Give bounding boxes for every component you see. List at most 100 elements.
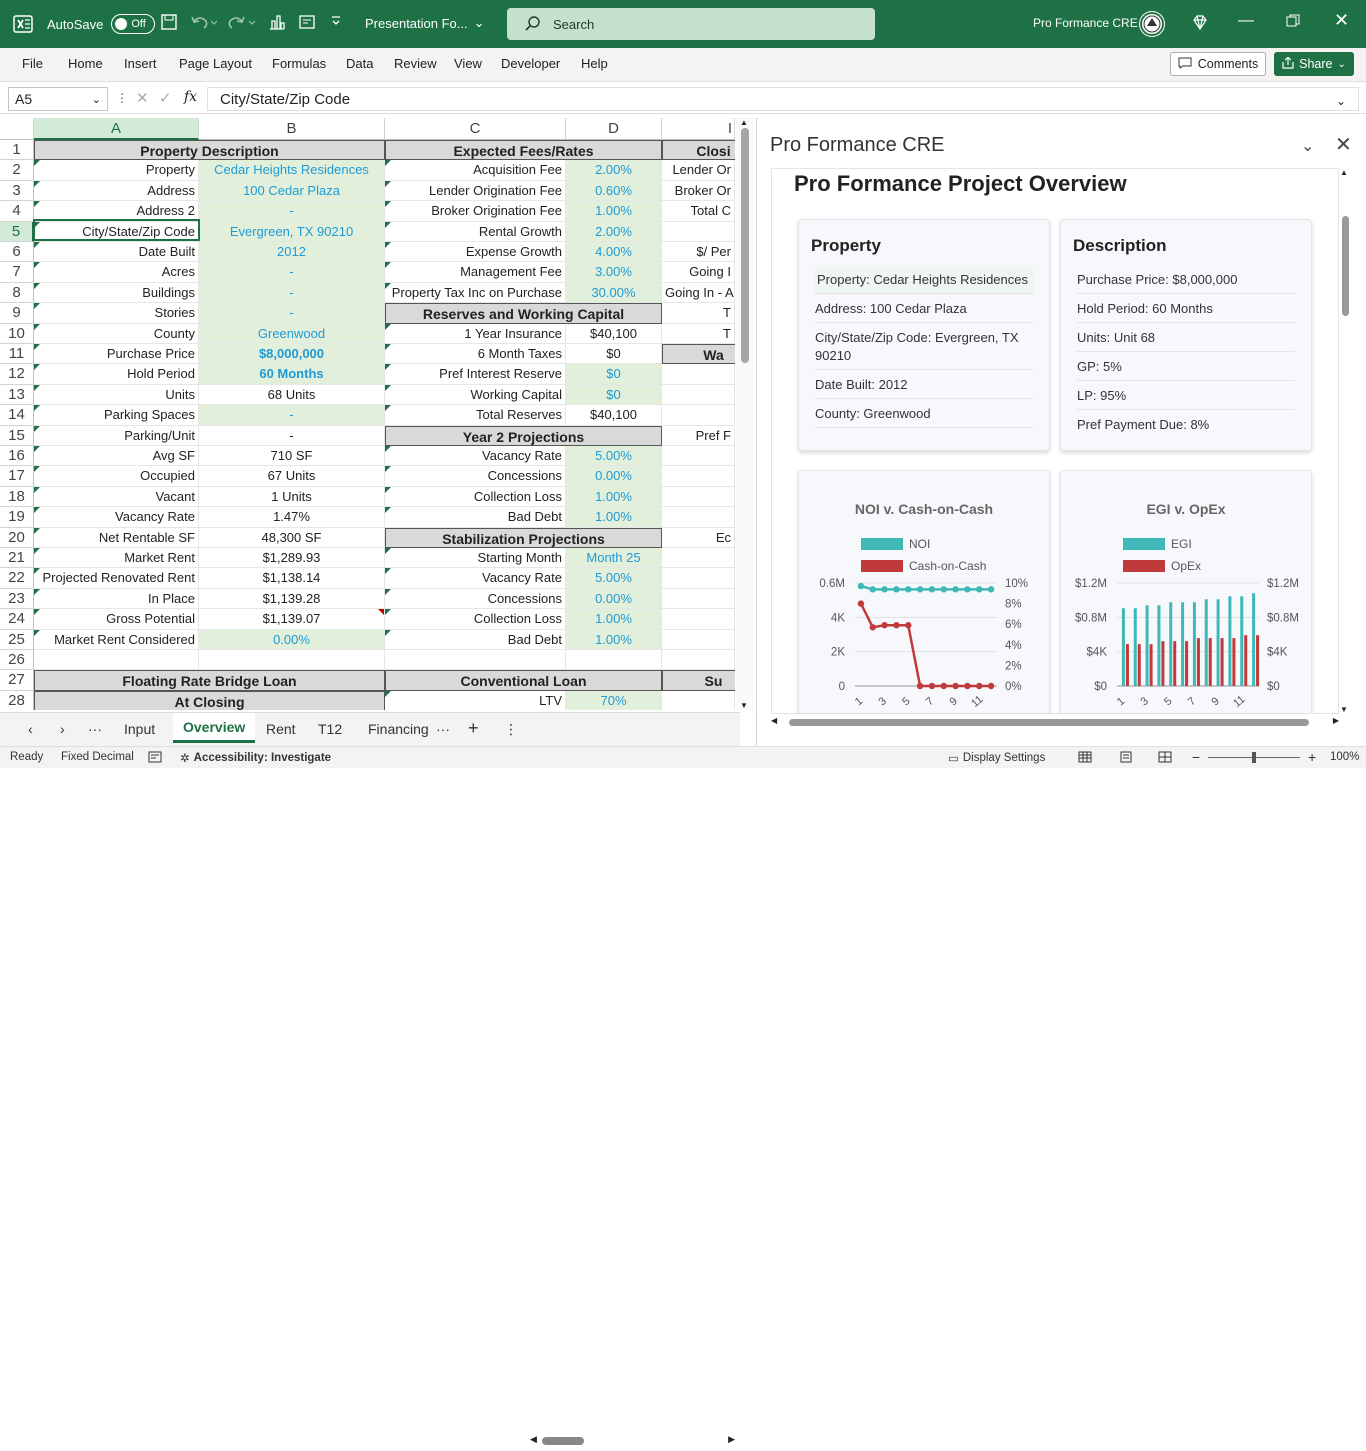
zoom-level[interactable]: 100% (1330, 751, 1359, 763)
cell-a10[interactable]: County (34, 323, 199, 344)
cell-d17[interactable]: 0.00% (566, 466, 662, 487)
autosave-toggle[interactable]: AutoSave Off (47, 14, 156, 34)
cell-a22[interactable]: Projected Renovated Rent (34, 568, 199, 589)
row-header[interactable]: 23 (0, 588, 34, 610)
cell-b20[interactable]: 48,300 SF (199, 527, 385, 548)
cell-b5[interactable]: Evergreen, TX 90210 (199, 221, 385, 242)
cell-i22[interactable] (662, 568, 735, 589)
row-header[interactable]: 6 (0, 242, 34, 263)
cell-a2[interactable]: Property (34, 160, 199, 181)
h-scroll-thumb[interactable] (542, 1437, 584, 1445)
cell-d23[interactable]: 0.00% (566, 588, 662, 610)
vertical-scrollbar[interactable]: ▲ ▼ (736, 118, 754, 710)
cell-c25[interactable]: Bad Debt (385, 629, 566, 650)
add-sheet-icon[interactable]: + (468, 718, 479, 739)
row-header[interactable]: 14 (0, 405, 34, 426)
cell-b23[interactable]: $1,139.28 (199, 588, 385, 610)
cell-b14[interactable]: - (199, 405, 385, 426)
search-box[interactable]: Search (507, 8, 875, 40)
zoom-in-icon[interactable]: + (1308, 749, 1316, 765)
comments-button[interactable]: Comments (1170, 52, 1266, 76)
scroll-down-icon[interactable]: ▼ (740, 701, 748, 710)
name-box[interactable]: A5 ⌄ (8, 87, 108, 111)
cell-i9[interactable]: T (662, 303, 735, 324)
cell-a20[interactable]: Net Rentable SF (34, 527, 199, 548)
cell-i1[interactable]: Closi (662, 140, 735, 161)
tab-formulas[interactable]: Formulas (272, 56, 326, 71)
row-header[interactable]: 16 (0, 446, 34, 467)
restore-icon[interactable] (1286, 14, 1300, 28)
customize-qat-icon[interactable] (330, 15, 342, 27)
cell-a14[interactable]: Parking Spaces (34, 405, 199, 426)
row-header[interactable]: 26 (0, 650, 34, 671)
cell-a11[interactable]: Purchase Price (34, 344, 199, 365)
cell-i8[interactable]: Going In - A (662, 282, 735, 304)
cell-d13[interactable]: $0 (566, 384, 662, 406)
cell-b9[interactable]: - (199, 303, 385, 324)
cell-a16[interactable]: Avg SF (34, 446, 199, 467)
tab-review[interactable]: Review (394, 56, 437, 71)
cell-b11[interactable]: $8,000,000 (199, 344, 385, 365)
cell-i12[interactable] (662, 364, 735, 385)
cell-c17[interactable]: Concessions (385, 466, 566, 487)
cell-b8[interactable]: - (199, 282, 385, 304)
cell-i5[interactable] (662, 221, 735, 242)
options-icon[interactable]: ⋮ (504, 721, 518, 738)
form-icon[interactable] (298, 13, 316, 31)
row-header[interactable]: 3 (0, 180, 34, 202)
tab-rent[interactable]: Rent (266, 721, 296, 737)
cell-b7[interactable]: - (199, 262, 385, 283)
cell-d24[interactable]: 1.00% (566, 609, 662, 630)
cell-a18[interactable]: Vacant (34, 486, 199, 508)
horizontal-scrollbar[interactable]: ◀ ▶ (530, 1431, 735, 1451)
cell-b21[interactable]: $1,289.93 (199, 548, 385, 569)
cell-a21[interactable]: Market Rent (34, 548, 199, 569)
row-header[interactable]: 28 (0, 690, 34, 710)
row-header[interactable]: 25 (0, 629, 34, 650)
cell-c24[interactable]: Collection Loss (385, 609, 566, 630)
page-layout-icon[interactable] (1119, 751, 1133, 763)
cell-i4[interactable]: Total C (662, 201, 735, 222)
cell-a6[interactable]: Date Built (34, 242, 199, 263)
cell-c16[interactable]: Vacancy Rate (385, 446, 566, 467)
page-break-icon[interactable] (1158, 751, 1172, 763)
cell-i6[interactable]: $/ Per (662, 242, 735, 263)
prev-sheet-icon[interactable]: ‹ (28, 721, 33, 737)
cell-i7[interactable]: Going I (662, 262, 735, 283)
minimize-icon[interactable]: — (1238, 12, 1254, 30)
cell-a1[interactable]: Property Description (34, 140, 385, 161)
tab-page-layout[interactable]: Page Layout (179, 56, 252, 71)
cell-c5[interactable]: Rental Growth (385, 221, 566, 242)
cell-a5[interactable]: City/State/Zip Code (34, 221, 199, 242)
scroll-right-icon[interactable]: ▶ (1333, 716, 1339, 725)
accessibility-status[interactable]: ✲ Accessibility: Investigate (180, 751, 331, 765)
row-header[interactable]: 2 (0, 160, 34, 181)
cell-d3[interactable]: 0.60% (566, 180, 662, 202)
cell-b15[interactable]: - (199, 425, 385, 446)
cell-b10[interactable]: Greenwood (199, 323, 385, 344)
zoom-slider-thumb[interactable] (1252, 752, 1256, 763)
share-button[interactable]: Share ⌄ (1274, 52, 1354, 76)
pane-vertical-scrollbar[interactable]: ▲ ▼ (1337, 168, 1353, 714)
tab-file[interactable]: File (22, 56, 43, 71)
row-header[interactable]: 1 (0, 140, 34, 161)
cell-a4[interactable]: Address 2 (34, 201, 199, 222)
cell-i13[interactable] (662, 384, 735, 406)
cell-d18[interactable]: 1.00% (566, 486, 662, 508)
cell-d4[interactable]: 1.00% (566, 201, 662, 222)
cell-b6[interactable]: 2012 (199, 242, 385, 263)
cell-i10[interactable]: T (662, 323, 735, 344)
row-header[interactable]: 15 (0, 425, 34, 446)
normal-view-icon[interactable] (1078, 751, 1092, 763)
cell-d5[interactable]: 2.00% (566, 221, 662, 242)
scroll-left-icon[interactable]: ◀ (530, 1434, 537, 1445)
cell-i24[interactable] (662, 609, 735, 630)
column-header-b[interactable]: B (199, 118, 385, 140)
cell-b16[interactable]: 710 SF (199, 446, 385, 467)
cell-d26[interactable] (566, 650, 662, 671)
cell-i2[interactable]: Lender Or (662, 160, 735, 181)
macro-icon[interactable] (148, 751, 162, 763)
cell-i25[interactable] (662, 629, 735, 650)
cell-c13[interactable]: Working Capital (385, 384, 566, 406)
cell-i21[interactable] (662, 548, 735, 569)
